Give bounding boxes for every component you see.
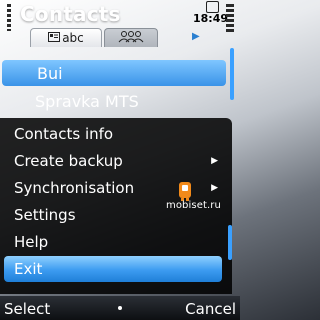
list-scrollbar[interactable] bbox=[230, 48, 234, 100]
contact-card-icon bbox=[48, 31, 61, 45]
battery-icon bbox=[226, 4, 234, 32]
list-item[interactable]: Bui bbox=[2, 60, 226, 86]
menu-item-label: Synchronisation bbox=[14, 179, 135, 197]
tab-abc[interactable]: abc bbox=[30, 28, 102, 47]
menu-item-help[interactable]: Help bbox=[14, 229, 224, 255]
menu-item-label: Contacts info bbox=[14, 125, 114, 143]
watermark: mobiset.ru bbox=[166, 200, 221, 211]
cancel-softkey[interactable]: Cancel bbox=[185, 300, 236, 318]
menu-item-label: Settings bbox=[14, 206, 76, 224]
menu-item-label: Exit bbox=[14, 260, 43, 278]
menu-item-exit[interactable]: Exit bbox=[4, 256, 222, 282]
mascot-icon bbox=[179, 182, 191, 201]
menu-item-contacts-info[interactable]: Contacts info bbox=[14, 121, 224, 147]
softkey-bar: Select Cancel bbox=[0, 296, 240, 320]
submenu-arrow-icon: ▶ bbox=[211, 183, 218, 193]
center-key-dot-icon[interactable] bbox=[118, 306, 122, 310]
list-item-label: Spravka MTS bbox=[35, 91, 139, 111]
menu-scrollbar[interactable] bbox=[228, 225, 232, 260]
screen: Contacts 18:49 abc ▶ Bui Spravka MTS Con… bbox=[0, 0, 240, 320]
menu-item-create-backup[interactable]: Create backup ▶ bbox=[14, 148, 224, 174]
tab-abc-label: abc bbox=[62, 31, 84, 45]
menu-item-label: Create backup bbox=[14, 152, 123, 170]
signal-strength-icon bbox=[7, 4, 11, 31]
clock: 18:49 bbox=[193, 12, 229, 25]
list-item-label: Bui bbox=[37, 63, 63, 83]
app-title: Contacts bbox=[20, 2, 121, 26]
submenu-arrow-icon: ▶ bbox=[211, 156, 218, 166]
tab-bar: abc ▶ bbox=[30, 28, 200, 48]
tab-groups[interactable] bbox=[104, 28, 158, 47]
menu-item-label: Help bbox=[14, 233, 49, 251]
select-softkey[interactable]: Select bbox=[4, 300, 50, 318]
list-item[interactable]: Spravka MTS bbox=[0, 88, 226, 114]
tab-next-arrow-icon[interactable]: ▶ bbox=[192, 31, 200, 42]
group-people-icon bbox=[118, 30, 144, 46]
